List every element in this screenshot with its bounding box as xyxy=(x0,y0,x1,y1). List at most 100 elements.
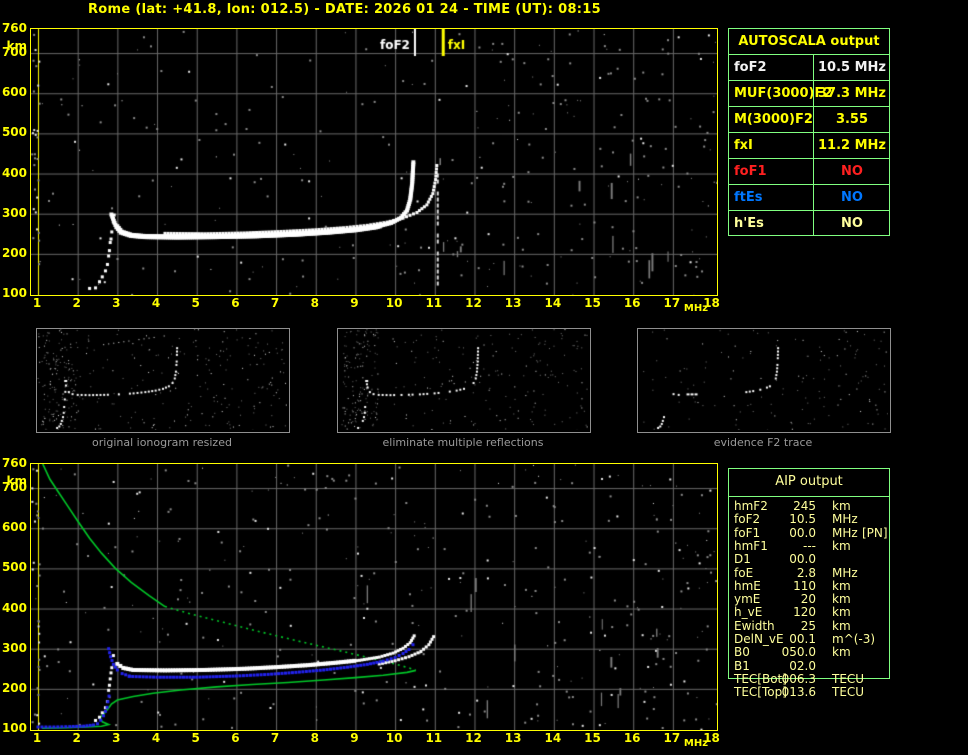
x-axis-tick: 2 xyxy=(72,731,81,745)
parameter-unit: TECU xyxy=(832,685,865,700)
autoscala-row-m-3000-f2: M(3000)F2 3.55 xyxy=(729,107,889,133)
parameter-value: 110 xyxy=(793,578,816,593)
y-axis-tick: 100 xyxy=(1,286,27,300)
aip-row-hmf2: hmF2 245 km xyxy=(728,500,908,513)
parameter-value: 3.55 xyxy=(813,107,890,132)
parameter-value: NO xyxy=(813,185,890,210)
y-axis-unit-label: km xyxy=(6,39,27,53)
aip-row-hmf1: hmF1 --- km xyxy=(728,538,908,553)
parameter-label: foF1 xyxy=(734,525,761,540)
y-axis-tick: 400 xyxy=(1,165,27,180)
aip-row-d1: D1 00.0 xyxy=(728,553,908,566)
autoscala-row-h-es: h'Es NO xyxy=(729,211,889,236)
x-axis-tick: 13 xyxy=(504,296,522,310)
x-axis-tick: 5 xyxy=(191,731,200,745)
y-axis-tick: 100 xyxy=(1,721,27,735)
autoscala-row-fof1: foF1 NO xyxy=(729,159,889,185)
x-axis-tick: 11 xyxy=(425,731,443,745)
parameter-label: B1 xyxy=(734,658,750,673)
parameter-value: 11.2 MHz xyxy=(813,133,890,158)
thumbnail-caption-eliminate: eliminate multiple reflections xyxy=(382,436,544,449)
y-axis-unit-label: km xyxy=(6,474,27,488)
x-axis-tick: 5 xyxy=(191,296,200,310)
parameter-value: 10.5 MHz xyxy=(813,55,890,80)
thumbnail-evidence-canvas xyxy=(638,329,888,430)
thumbnail-eliminate-canvas xyxy=(338,329,588,430)
parameter-value: 20 xyxy=(800,592,816,607)
autoscala-app-window: Rome (lat: +41.8, lon: 012.5) - DATE: 20… xyxy=(0,0,968,755)
parameter-value: 37.3 MHz xyxy=(813,81,890,106)
thumbnail-original-canvas xyxy=(37,329,287,430)
aip-header-separator xyxy=(728,496,890,497)
profile-ionogram-canvas xyxy=(31,464,717,730)
x-axis-tick: 6 xyxy=(231,296,240,310)
parameter-label: h_vE xyxy=(734,605,763,620)
parameter-value: NO xyxy=(813,159,890,184)
aip-row-hme: hmE 110 km xyxy=(728,578,908,593)
y-axis-tick: 600 xyxy=(1,85,27,100)
thumbnail-evidence-f2 xyxy=(637,328,891,433)
parameter-label: foF2 xyxy=(734,512,761,527)
y-axis-tick: 200 xyxy=(1,680,27,695)
thumbnail-caption-original: original ionogram resized xyxy=(92,436,232,449)
aip-row-b1: B1 02.0 xyxy=(728,658,908,673)
x-axis-tick: 10 xyxy=(385,731,403,745)
x-axis-tick: 2 xyxy=(72,296,81,310)
thumbnail-original-ionogram xyxy=(36,328,290,433)
aip-row-yme: ymE 20 km xyxy=(728,593,908,606)
aip-row-fof1: foF1 00.0 MHz [PN] xyxy=(728,525,908,540)
x-axis-tick: 11 xyxy=(425,296,443,310)
autoscala-table-rows: foF2 10.5 MHz MUF(3000)F2 37.3 MHz M(3000)F2… xyxy=(729,55,889,236)
parameter-value: 25 xyxy=(800,618,816,633)
x-axis-unit-label: MHz xyxy=(683,303,709,314)
parameter-label: foF1 xyxy=(734,164,767,179)
autoscala-row-ftes: ftEs NO xyxy=(729,185,889,211)
x-axis-tick: 12 xyxy=(465,731,482,745)
x-axis-tick: 7 xyxy=(270,296,280,310)
x-axis-tick: 4 xyxy=(151,731,161,745)
y-axis-tick: 760 xyxy=(1,456,27,470)
thumbnail-caption-evidence: evidence F2 trace xyxy=(713,436,813,449)
parameter-value: --- xyxy=(803,538,816,553)
parameter-label: hmF2 xyxy=(734,499,768,513)
parameter-label: ymE xyxy=(734,592,761,607)
y-axis-tick: 400 xyxy=(1,600,27,615)
y-axis-tick: 600 xyxy=(1,520,27,535)
aip-row-h-ve: h_vE 120 km xyxy=(728,606,908,619)
parameter-unit: MHz xyxy=(832,525,858,540)
parameter-label: ftEs xyxy=(734,190,763,205)
parameter-label: fxI xyxy=(734,138,753,153)
x-axis-tick: 9 xyxy=(350,296,359,310)
y-axis-tick: 500 xyxy=(1,125,27,140)
parameter-note: [PN] xyxy=(862,525,888,540)
y-axis-tick: 300 xyxy=(1,640,27,655)
parameter-unit: km xyxy=(832,618,851,633)
x-axis-tick: 7 xyxy=(270,731,280,745)
y-axis-tick: 760 xyxy=(1,21,27,35)
x-axis-tick: 14 xyxy=(544,296,562,310)
autoscala-table-title: AUTOSCALA output xyxy=(729,29,889,55)
autoscala-row-muf-3000-f2: MUF(3000)F2 37.3 MHz xyxy=(729,81,889,107)
x-axis-tick: 16 xyxy=(623,731,641,745)
x-axis-tick: 15 xyxy=(584,731,601,745)
parameter-unit: km xyxy=(832,605,851,620)
x-axis-unit-label: MHz xyxy=(683,738,709,749)
parameter-unit: m^(-3) xyxy=(832,632,876,646)
x-axis-tick: 1 xyxy=(32,296,42,310)
parameter-label: B0 xyxy=(734,645,750,660)
parameter-unit: MHz xyxy=(832,512,858,527)
aip-row-fof2: foF2 10.5 MHz xyxy=(728,513,908,526)
aip-row-ewidth: Ewidth 25 km xyxy=(728,618,908,633)
x-axis-tick: 10 xyxy=(385,296,403,310)
top-ionogram-canvas xyxy=(31,29,717,295)
x-axis-tick: 8 xyxy=(310,731,319,745)
y-axis-tick: 200 xyxy=(1,245,27,260)
x-axis-tick: 14 xyxy=(544,731,562,745)
parameter-value: 245 xyxy=(793,499,816,513)
parameter-value: 00.1 xyxy=(789,632,816,646)
x-axis-tick: 1 xyxy=(32,731,42,745)
parameter-unit: km xyxy=(832,592,851,607)
thumbnail-eliminate-reflections xyxy=(337,328,591,433)
parameter-label: D1 xyxy=(734,552,751,567)
x-axis-tick: 9 xyxy=(350,731,359,745)
